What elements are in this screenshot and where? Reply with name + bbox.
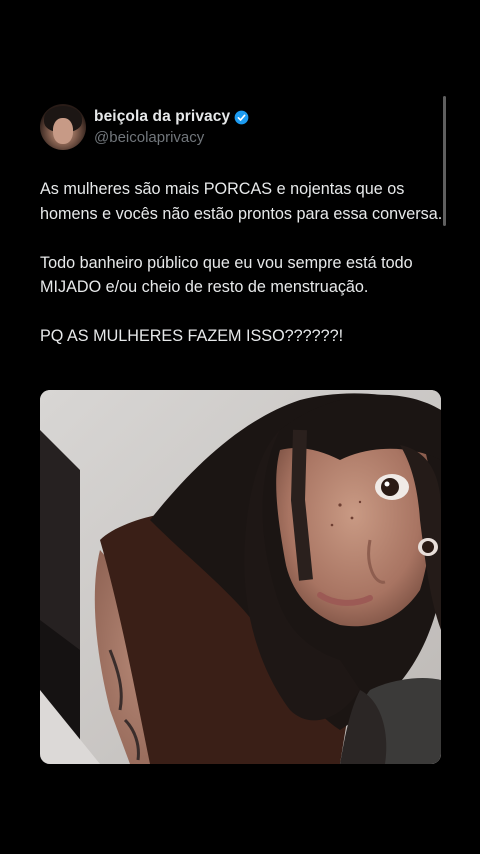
avatar[interactable] (40, 104, 86, 150)
avatar-face (53, 118, 73, 144)
author-handle[interactable]: @beicolaprivacy (94, 129, 249, 146)
tweet-paragraph: Todo banheiro público que eu vou sempre … (40, 253, 413, 297)
tweet-paragraph: PQ AS MULHERES FAZEM ISSO??????! (40, 327, 344, 345)
author-display-name[interactable]: beiçola da privacy (94, 108, 230, 126)
tweet-photo[interactable] (40, 390, 441, 764)
tweet-header: beiçola da privacy @beicolaprivacy (40, 104, 249, 150)
tweet-text: As mulheres são mais PORCAS e nojentas q… (40, 177, 450, 373)
selfie-photo (40, 390, 441, 764)
name-row: beiçola da privacy (94, 108, 249, 126)
tweet-card: beiçola da privacy @beicolaprivacy As mu… (0, 0, 480, 854)
verified-badge-icon (234, 110, 249, 125)
tweet-paragraph: As mulheres são mais PORCAS e nojentas q… (40, 180, 443, 223)
author-names: beiçola da privacy @beicolaprivacy (94, 108, 249, 146)
